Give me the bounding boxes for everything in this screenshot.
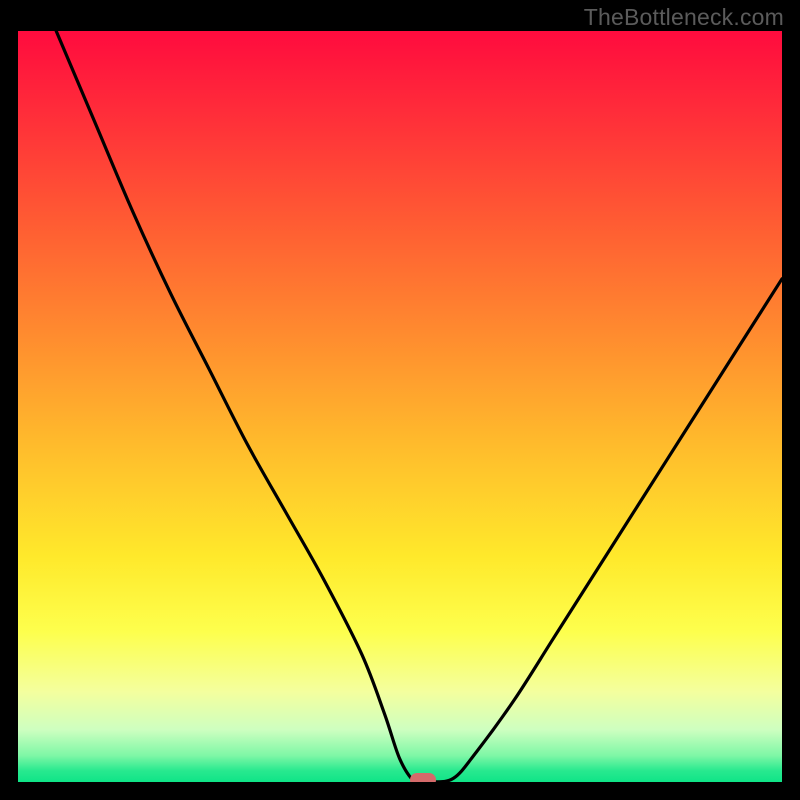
chart-frame: TheBottleneck.com bbox=[0, 0, 800, 800]
watermark-text: TheBottleneck.com bbox=[584, 4, 784, 31]
plot-area bbox=[18, 31, 782, 782]
bottleneck-curve bbox=[18, 31, 782, 782]
optimal-marker bbox=[410, 773, 436, 782]
